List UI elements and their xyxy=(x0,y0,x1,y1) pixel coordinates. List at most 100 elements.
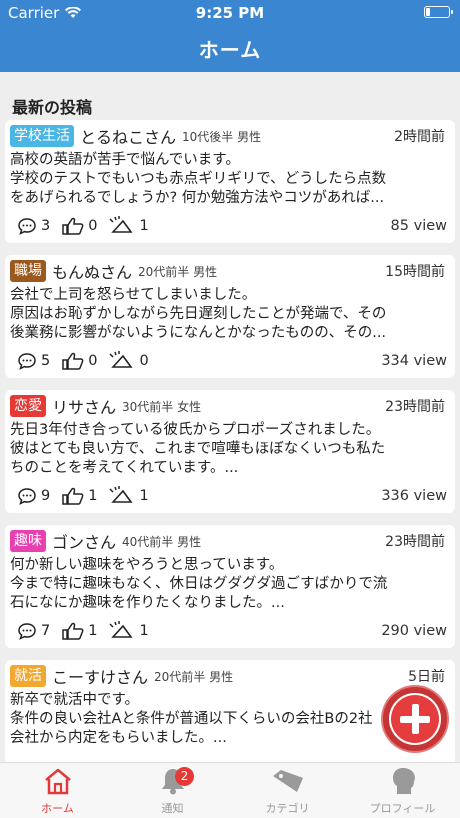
tab-label: プロフィール xyxy=(369,802,436,815)
like-count: 1 xyxy=(88,623,98,639)
post-time: 23時間前 xyxy=(385,399,445,415)
tab-label: カテゴリ xyxy=(265,802,310,815)
post-body: 先日3年付き合っている彼氏からプロポーズされました。 彼はとても良い方で、これま… xyxy=(10,421,449,478)
plus-icon xyxy=(391,695,439,743)
status-bar: Carrier 9:25 PM xyxy=(0,0,460,24)
dislike-stat[interactable]: 1 xyxy=(109,621,149,641)
post-line: 彼はとても良い方で、これまで喧嘩もほぼなくいつも私た xyxy=(10,441,386,457)
battery-icon xyxy=(424,6,453,18)
post-card[interactable]: 恋愛 リサさん 30代前半 女性 23時間前 先日3年付き合っている彼氏からプロ… xyxy=(5,390,455,513)
user-info: 20代前半 男性 xyxy=(154,669,234,684)
comment-stat[interactable]: 9 xyxy=(17,487,50,505)
add-post-button[interactable] xyxy=(383,687,447,751)
dislike-count: 0 xyxy=(139,353,149,369)
post-line: 先日3年付き合っている彼氏からプロポーズされました。 xyxy=(10,422,381,438)
category-badge[interactable]: 趣味 xyxy=(10,530,46,552)
post-time: 23時間前 xyxy=(385,534,445,550)
category-badge[interactable]: 職場 xyxy=(10,260,46,282)
post-line: 何か新しい趣味をやろうと思っています。 xyxy=(10,557,284,573)
post-time: 2時間前 xyxy=(394,129,445,145)
comment-icon xyxy=(18,623,36,640)
section-title: 最新の投稿 xyxy=(12,98,93,117)
post-line: 原因はお恥ずかしながら先日遅刻したことが発端で、その xyxy=(10,306,387,322)
top-bar: Carrier 9:25 PM ホーム xyxy=(0,0,460,72)
post-card[interactable]: 趣味 ゴンさん 40代前半 男性 23時間前 何か新しい趣味をやろうと思っていま… xyxy=(5,525,455,648)
user-info: 10代後半 男性 xyxy=(182,129,262,144)
like-stat[interactable]: 0 xyxy=(62,352,97,370)
page-title: ホーム xyxy=(198,38,262,62)
post-body: 会社で上司を怒らせてしまいました。 原因はお恥ずかしながら先日遅刻したことが発端… xyxy=(10,286,449,343)
username: リサさん xyxy=(52,398,117,417)
notification-badge: 2 xyxy=(175,767,194,786)
like-count: 1 xyxy=(88,488,98,504)
tab-label: 通知 xyxy=(161,802,184,815)
user-info: 40代前半 男性 xyxy=(122,534,202,549)
like-stat[interactable]: 1 xyxy=(62,487,97,505)
dislike-count: 1 xyxy=(139,218,149,234)
like-stat[interactable]: 1 xyxy=(62,622,97,640)
comment-icon xyxy=(18,218,36,235)
post-feed[interactable]: 最新の投稿 学校生活 とるねこさん 10代後半 男性 2時間前 高校の英語が苦手… xyxy=(0,72,460,762)
post-body: 高校の英語が苦手で悩んでいます。 学校のテストでもいつも赤点ギリギリで、どうした… xyxy=(10,151,449,208)
tab-notifications[interactable]: 2 通知 xyxy=(115,763,230,818)
tab-bar: ホーム 2 通知 カテゴリ プロフィール xyxy=(0,762,460,818)
user-info: 30代前半 女性 xyxy=(122,399,202,414)
comment-count: 9 xyxy=(41,488,51,504)
thumbs-up-icon xyxy=(62,622,84,640)
tab-profile[interactable]: プロフィール xyxy=(345,763,460,818)
like-stat[interactable]: 0 xyxy=(62,217,97,235)
post-line: 学校のテストでもいつも赤点ギリギリで、どうしたら点数 xyxy=(10,171,387,187)
user-info: 20代前半 男性 xyxy=(138,264,218,279)
comment-count: 3 xyxy=(41,218,51,234)
category-badge[interactable]: 就活 xyxy=(10,665,46,687)
status-time: 9:25 PM xyxy=(195,4,265,22)
comment-stat[interactable]: 5 xyxy=(17,352,50,370)
megaphone-icon xyxy=(109,216,134,233)
comment-icon xyxy=(18,353,36,370)
view-count: 334 view xyxy=(381,353,447,369)
megaphone-icon xyxy=(109,621,134,638)
view-count: 85 view xyxy=(390,218,447,234)
like-count: 0 xyxy=(88,353,98,369)
post-body: 何か新しい趣味をやろうと思っています。 今まで特に趣味もなく、休日はグダグダ過ご… xyxy=(10,556,449,613)
post-line: 会社から内定をもらいました。... xyxy=(10,730,227,746)
dislike-stat[interactable]: 1 xyxy=(109,216,149,236)
comment-stat[interactable]: 7 xyxy=(17,622,50,640)
megaphone-icon xyxy=(109,351,134,368)
tab-home[interactable]: ホーム xyxy=(0,763,115,818)
thumbs-up-icon xyxy=(62,217,84,235)
dislike-count: 1 xyxy=(139,623,149,639)
thumbs-up-icon xyxy=(62,352,84,370)
username: こーすけさん xyxy=(52,668,149,687)
profile-icon xyxy=(392,768,415,794)
username: ゴンさん xyxy=(52,533,117,552)
post-card[interactable]: 学校生活 とるねこさん 10代後半 男性 2時間前 高校の英語が苦手で悩んでいま… xyxy=(5,120,455,243)
category-badge[interactable]: 学校生活 xyxy=(10,125,74,147)
username: もんぬさん xyxy=(52,263,133,282)
comment-count: 5 xyxy=(41,353,51,369)
thumbs-up-icon xyxy=(62,487,84,505)
post-line: 会社で上司を怒らせてしまいました。 xyxy=(10,287,257,303)
tab-label: ホーム xyxy=(41,802,74,815)
post-time: 5日前 xyxy=(408,669,445,685)
comment-count: 7 xyxy=(41,623,51,639)
post-line: をあげられるでしょうか? 何か勉強方法やコツがあれば... xyxy=(10,190,385,206)
tab-category[interactable]: カテゴリ xyxy=(230,763,345,818)
dislike-count: 1 xyxy=(139,488,149,504)
megaphone-icon xyxy=(109,486,134,503)
dislike-stat[interactable]: 1 xyxy=(109,486,149,506)
category-badge[interactable]: 恋愛 xyxy=(10,395,46,417)
post-card[interactable]: 職場 もんぬさん 20代前半 男性 15時間前 会社で上司を怒らせてしまいました… xyxy=(5,255,455,378)
username: とるねこさん xyxy=(80,128,177,147)
post-line: ちのことを考えてくれています。... xyxy=(10,460,239,476)
post-line: 後業務に影響がないようになんとかなったものの、その... xyxy=(10,325,387,341)
tag-icon xyxy=(272,770,303,792)
comment-icon xyxy=(18,488,36,505)
comment-stat[interactable]: 3 xyxy=(17,217,50,235)
home-icon xyxy=(44,768,71,795)
dislike-stat[interactable]: 0 xyxy=(109,351,149,371)
view-count: 336 view xyxy=(381,488,447,504)
like-count: 0 xyxy=(88,218,98,234)
post-line: 今まで特に趣味もなく、休日はグダグダ過ごすばかりで流 xyxy=(10,576,388,592)
post-line: 新卒で就活中です。 xyxy=(10,692,140,708)
